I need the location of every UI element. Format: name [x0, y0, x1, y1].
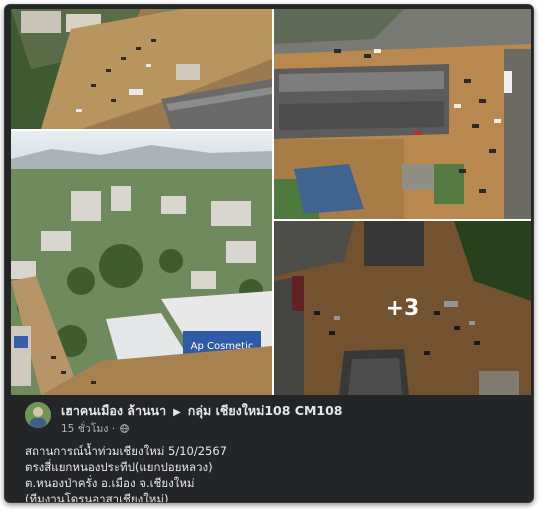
facebook-post-card: Ap Cosmetic +3 เฮาคนเมือง ล้านนา ▶ กลุ่ม… — [4, 4, 534, 503]
post-meta: 15 ชั่วโมง · — [61, 420, 130, 437]
photo-2-image — [274, 9, 531, 219]
group-name[interactable]: กลุ่ม เชียงใหม่108 CM108 — [188, 403, 343, 418]
post-text-line-3: ต.หนองป่าครั่ง อ.เมือง จ.เชียงใหม่ — [25, 476, 195, 490]
author-line: เฮาคนเมือง ล้านนา ▶ กลุ่ม เชียงใหม่108 C… — [61, 401, 343, 421]
post-text-line-4: (ทีมงานโดรนอาสาเชียงใหม่) — [25, 492, 169, 503]
photo-1[interactable] — [11, 9, 272, 129]
photo-3-image: Ap Cosmetic — [11, 131, 272, 395]
photo-1-image — [11, 9, 272, 129]
author-avatar[interactable] — [25, 402, 51, 428]
post-header: เฮาคนเมือง ล้านนา ▶ กลุ่ม เชียงใหม่108 C… — [25, 400, 515, 436]
photo-grid: Ap Cosmetic +3 — [11, 9, 531, 395]
post-text: สถานการณ์น้ำท่วมเชียงใหม่ 5/10/2567 ตรงส… — [25, 443, 515, 503]
photo-2[interactable] — [274, 9, 531, 219]
photo-3[interactable]: Ap Cosmetic — [11, 131, 272, 395]
more-photos-overlay[interactable]: +3 — [274, 221, 531, 395]
post-text-line-2: ตรงสี่แยกหนองประทีป(แยกปอยหลวง) — [25, 460, 213, 474]
post-text-line-1: สถานการณ์น้ำท่วมเชียงใหม่ 5/10/2567 — [25, 444, 227, 458]
photo-4-more[interactable]: +3 — [274, 221, 531, 395]
caret-right-icon: ▶ — [173, 407, 181, 418]
post-timestamp[interactable]: 15 ชั่วโมง — [61, 423, 108, 435]
globe-icon[interactable] — [120, 424, 130, 433]
author-name[interactable]: เฮาคนเมือง ล้านนา — [61, 403, 166, 418]
